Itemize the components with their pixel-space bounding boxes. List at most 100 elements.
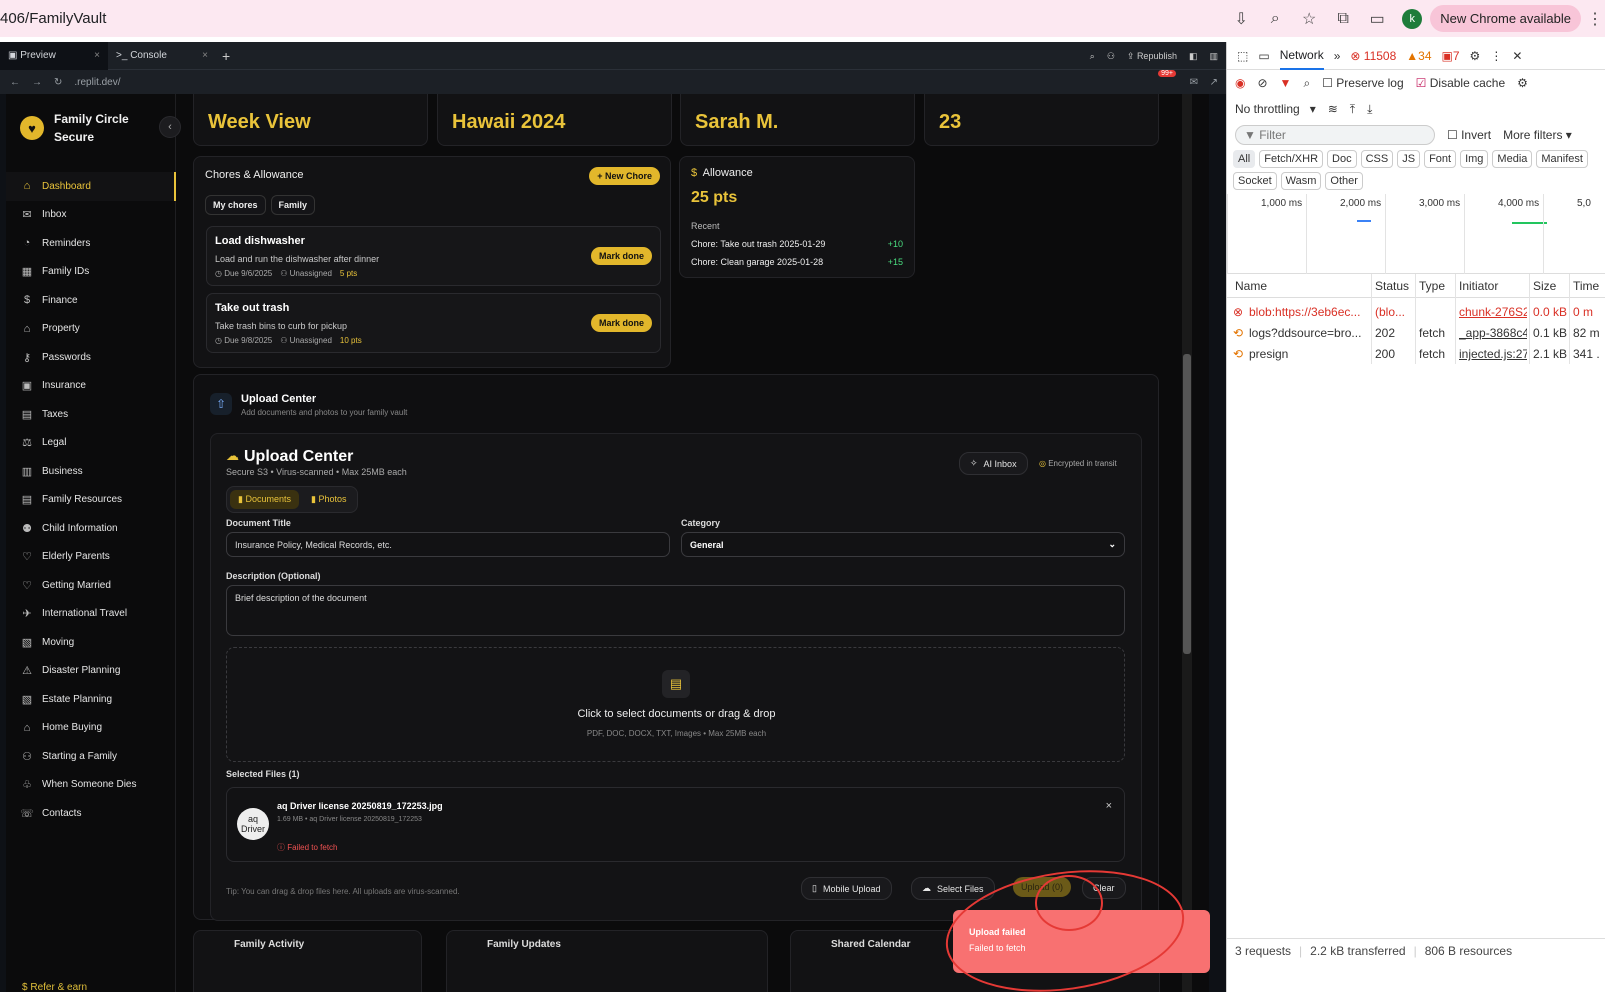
- document-title-input[interactable]: Insurance Policy, Medical Records, etc.: [226, 532, 670, 557]
- inspect-icon[interactable]: ⬚: [1237, 49, 1248, 63]
- sidebar-item-passwords[interactable]: ⚷ Passwords: [6, 343, 176, 372]
- type-filter-socket[interactable]: Socket: [1233, 172, 1277, 190]
- request-row[interactable]: ⟲ presign 200 fetch injected.js:27 2.1 kB 341 …: [1227, 344, 1605, 364]
- sidebar-item-taxes[interactable]: ▤ Taxes: [6, 400, 176, 429]
- issue-count[interactable]: ▣7: [1442, 49, 1460, 63]
- scrollbar-thumb[interactable]: [1183, 354, 1191, 654]
- export-icon[interactable]: ⤓: [1367, 102, 1372, 117]
- sidebar-item-disaster-planning[interactable]: ⚠ Disaster Planning: [6, 657, 176, 686]
- type-filter-all[interactable]: All: [1233, 150, 1256, 168]
- throttling-select[interactable]: No throttling ▾: [1235, 102, 1316, 116]
- sidebar-item-estate-planning[interactable]: ▧ Estate Planning: [6, 685, 176, 714]
- invert-checkbox[interactable]: ☐ Invert: [1447, 128, 1491, 142]
- zoom-icon[interactable]: ⌕: [1258, 0, 1292, 37]
- import-icon[interactable]: ⤒: [1350, 102, 1355, 117]
- sidebar-item-inbox[interactable]: ✉ Inbox: [6, 201, 176, 230]
- remove-file-icon[interactable]: ×: [1106, 800, 1112, 812]
- republish-button[interactable]: ⇪ Republish: [1127, 51, 1177, 62]
- devtools-icon[interactable]: ◧: [1189, 51, 1198, 62]
- type-filter-other[interactable]: Other: [1325, 172, 1363, 190]
- sidebar-item-moving[interactable]: ▧ Moving: [6, 628, 176, 657]
- disable-cache-checkbox[interactable]: ☑ Disable cache: [1416, 76, 1505, 90]
- type-filter-css[interactable]: CSS: [1360, 150, 1394, 168]
- error-count[interactable]: ⊗ 11508: [1350, 49, 1396, 63]
- sidebar-item-finance[interactable]: $ Finance: [6, 286, 176, 315]
- chat-icon[interactable]: ✉: [1190, 77, 1198, 88]
- more-filters-dropdown[interactable]: More filters ▾: [1503, 128, 1572, 142]
- sidebar-item-international-travel[interactable]: ✈ International Travel: [6, 600, 176, 629]
- kebab-menu-icon[interactable]: ⋮: [1490, 49, 1502, 63]
- sidebar-item-contacts[interactable]: ☏ Contacts: [6, 799, 176, 828]
- sidebar-item-elderly-parents[interactable]: ♡ Elderly Parents: [6, 543, 176, 572]
- stat-card[interactable]: ⚇BabysitterRecentSarah M.: [680, 94, 915, 146]
- new-chrome-button[interactable]: New Chrome available: [1430, 5, 1581, 32]
- type-filter-media[interactable]: Media: [1492, 150, 1533, 168]
- stat-card[interactable]: ▤Documents SharedRecent23: [924, 94, 1159, 146]
- more-tabs-icon[interactable]: »: [1334, 49, 1341, 63]
- col-status[interactable]: Status: [1375, 279, 1409, 293]
- request-initiator[interactable]: chunk-276S2: [1459, 305, 1527, 319]
- type-filter-fetch-xhr[interactable]: Fetch/XHR: [1259, 150, 1324, 168]
- category-select[interactable]: General ⌄: [681, 532, 1125, 557]
- bookmark-star-icon[interactable]: ☆: [1292, 0, 1326, 37]
- sidebar-item-family-resources[interactable]: ▤ Family Resources: [6, 486, 176, 515]
- search-icon[interactable]: ⌕: [1303, 76, 1310, 91]
- sidebar-item-starting-a-family[interactable]: ⚇ Starting a Family: [6, 742, 176, 771]
- wifi-icon[interactable]: ≋: [1328, 102, 1338, 116]
- refer-earn-link[interactable]: $ Refer & earn: [22, 982, 87, 992]
- filter-icon[interactable]: ▼: [1280, 76, 1292, 90]
- mark-done-button[interactable]: Mark done: [590, 247, 652, 265]
- type-filter-wasm[interactable]: Wasm: [1280, 172, 1322, 190]
- warning-count[interactable]: ▲34: [1406, 49, 1431, 63]
- reload-icon[interactable]: ↻: [54, 77, 62, 88]
- type-filter-doc[interactable]: Doc: [1327, 150, 1357, 168]
- stat-card[interactable]: ▦Meal PlannerRecentWeek View: [193, 94, 428, 146]
- preserve-log-checkbox[interactable]: ☐ Preserve log: [1322, 76, 1403, 90]
- clear-icon[interactable]: ⊘: [1257, 76, 1267, 90]
- sidebar-item-reminders[interactable]: ◔ Reminders: [6, 229, 176, 258]
- profile-avatar[interactable]: k: [1402, 8, 1423, 29]
- tab-preview[interactable]: ▣ Preview ×: [0, 41, 108, 70]
- type-filter-img[interactable]: Img: [1460, 150, 1489, 168]
- col-size[interactable]: Size: [1533, 279, 1556, 293]
- type-filter-js[interactable]: JS: [1397, 150, 1421, 168]
- mark-done-button[interactable]: Mark done: [590, 314, 652, 332]
- address-bar[interactable]: 406/FamilyVault: [0, 10, 106, 27]
- ai-inbox-button[interactable]: ✧ AI Inbox: [959, 452, 1028, 475]
- menu-icon[interactable]: ⋮: [1585, 0, 1605, 37]
- tab-photos[interactable]: ▮ Photos: [303, 490, 354, 509]
- extensions-icon[interactable]: ⧉: [1326, 0, 1360, 37]
- forward-icon[interactable]: →: [32, 77, 42, 88]
- stat-card[interactable]: ♡Family VacationRecentHawaii 2024: [437, 94, 672, 146]
- preview-url[interactable]: .replit.dev/: [74, 77, 120, 88]
- request-initiator[interactable]: injected.js:27: [1459, 347, 1527, 361]
- tab-my-chores[interactable]: My chores: [205, 195, 266, 215]
- search-icon[interactable]: ⌕: [1090, 51, 1095, 62]
- sidebar-item-insurance[interactable]: ▣ Insurance: [6, 372, 176, 401]
- add-tab-icon[interactable]: +: [216, 48, 230, 64]
- sidebar-item-legal[interactable]: ⚖ Legal: [6, 429, 176, 458]
- tab-network[interactable]: Network: [1279, 42, 1324, 70]
- type-filter-font[interactable]: Font: [1424, 150, 1457, 168]
- sidebar-item-when-someone-dies[interactable]: ♧ When Someone Dies: [6, 771, 176, 800]
- close-devtools-icon[interactable]: ✕: [1512, 49, 1522, 63]
- install-icon[interactable]: ⇩: [1224, 0, 1258, 37]
- device-toolbar-icon[interactable]: ▭: [1258, 49, 1269, 63]
- sidebar-item-business[interactable]: ▥ Business: [6, 457, 176, 486]
- mobile-upload-button[interactable]: ▯ Mobile Upload: [801, 877, 892, 900]
- tab-console[interactable]: >_ Console ×: [108, 42, 216, 70]
- sidebar-item-child-information[interactable]: ⚉ Child Information: [6, 514, 176, 543]
- description-textarea[interactable]: Brief description of the document: [226, 585, 1125, 636]
- sidebar-item-family-ids[interactable]: ▦ Family IDs: [6, 258, 176, 287]
- split-icon[interactable]: ▥: [1209, 51, 1218, 62]
- close-icon[interactable]: ×: [94, 50, 100, 61]
- record-icon[interactable]: ◉: [1235, 76, 1245, 90]
- close-icon[interactable]: ×: [202, 50, 208, 61]
- new-chore-button[interactable]: + New Chore: [589, 167, 660, 185]
- request-row[interactable]: ⟲ logs?ddsource=bro... 202 fetch _app-3868c4…: [1227, 323, 1605, 343]
- col-time[interactable]: Time: [1573, 279, 1599, 293]
- request-initiator[interactable]: _app-3868c4: [1459, 326, 1527, 340]
- col-type[interactable]: Type: [1419, 279, 1445, 293]
- settings-gear-icon[interactable]: ⚙: [1470, 49, 1481, 63]
- network-settings-icon[interactable]: ⚙: [1517, 76, 1528, 90]
